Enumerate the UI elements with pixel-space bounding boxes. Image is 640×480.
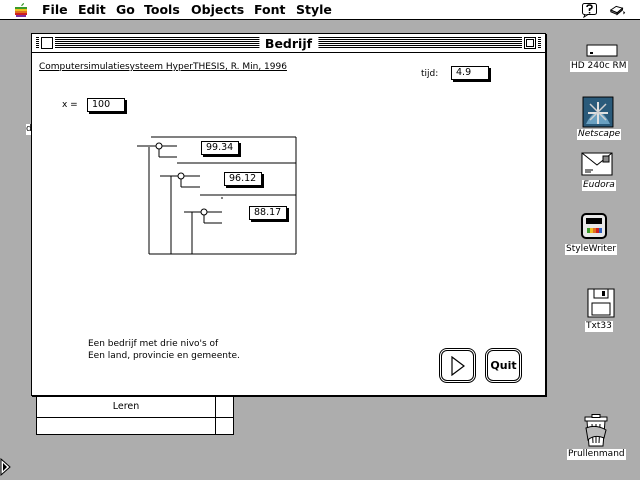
netscape-icon	[582, 96, 614, 128]
tijd-field[interactable]: 4.9	[451, 66, 489, 80]
menu-go[interactable]: Go	[116, 2, 135, 18]
desktop-icon-stylewriter[interactable]: StyleWriter	[564, 210, 636, 258]
zoom-box-icon[interactable]	[524, 37, 536, 49]
level-1-value[interactable]: 99.34	[201, 141, 239, 155]
window-title: Bedrijf	[258, 36, 319, 51]
desktop-icon-label: StyleWriter	[565, 244, 618, 255]
next-button[interactable]	[441, 350, 474, 381]
application-menu-icon[interactable]	[609, 2, 627, 18]
help-icon[interactable]	[581, 2, 599, 18]
menu-edit[interactable]: Edit	[78, 2, 106, 18]
description-line-2: Een land, provincie en gemeente.	[88, 351, 240, 361]
trash-icon	[584, 414, 608, 447]
desktop-icon-eudora[interactable]: Eudora	[572, 150, 636, 194]
desktop-icon-label: HD 240c RM	[570, 61, 628, 72]
menu-file[interactable]: File	[42, 2, 68, 18]
level-2-value[interactable]: 96.12	[224, 172, 262, 186]
apple-menu-icon[interactable]	[13, 2, 29, 18]
row-divider	[37, 417, 233, 418]
floppy-disk-icon	[587, 288, 615, 318]
quit-button[interactable]: Quit	[487, 350, 520, 381]
menu-font[interactable]: Font	[254, 2, 286, 18]
tijd-label: tijd:	[421, 69, 439, 79]
hard-disk-icon	[586, 44, 618, 57]
desktop-icon-netscape[interactable]: Netscape	[572, 96, 636, 142]
desktop-icon-hd[interactable]: HD 240c RM	[566, 42, 636, 76]
menu-objects[interactable]: Objects	[191, 2, 244, 18]
menu-bar: File Edit Go Tools Objects Font Style	[0, 0, 640, 20]
play-arrow-icon	[451, 356, 465, 376]
column-divider	[215, 393, 216, 434]
desktop-icon-label: Prullenmand	[567, 449, 626, 460]
title-bar[interactable]: Bedrijf	[32, 34, 545, 53]
printer-icon	[581, 213, 607, 239]
bedrijf-window: Bedrijf Computersimulatiesysteem HyperTH…	[31, 33, 546, 396]
desktop-icon-label: Txt33	[585, 321, 613, 332]
eudora-icon	[581, 152, 613, 176]
desktop-icon-txt33[interactable]: Txt33	[580, 288, 630, 334]
x-input[interactable]: 100	[87, 98, 125, 112]
desktop-icon-label: Netscape	[577, 129, 622, 140]
desktop-icon-trash[interactable]: Prullenmand	[566, 414, 636, 462]
partial-desktop-icon[interactable]	[0, 456, 14, 478]
description-line-1: Een bedrijf met drie nivo's of	[88, 339, 219, 349]
menu-tools[interactable]: Tools	[144, 2, 180, 18]
leren-label: Leren	[112, 401, 140, 412]
close-box-icon[interactable]	[41, 37, 53, 49]
level-3-value[interactable]: 88.17	[249, 206, 287, 220]
credit-line: Computersimulatiesysteem HyperTHESIS, R.…	[39, 62, 287, 72]
x-label: x =	[62, 100, 78, 110]
desktop-icon-label: Eudora	[582, 180, 616, 191]
menu-style[interactable]: Style	[296, 2, 332, 18]
quit-button-label: Quit	[490, 359, 517, 372]
background-window[interactable]: Leren	[36, 392, 234, 435]
